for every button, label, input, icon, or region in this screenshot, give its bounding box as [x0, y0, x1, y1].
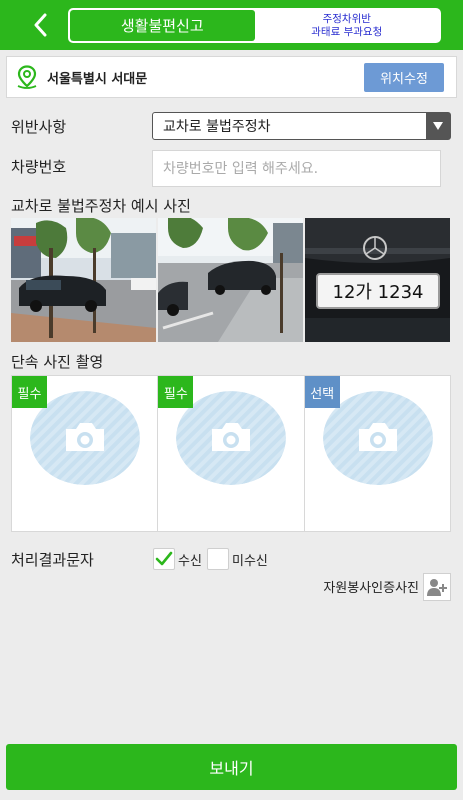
violation-select[interactable]: 교차로 불법주정차	[152, 112, 451, 140]
receive-label: 수신	[178, 554, 202, 569]
location-bar: 서울특별시 서대문 위치수정	[6, 56, 457, 98]
violation-label: 위반사항	[11, 118, 67, 136]
example-photos-title: 교차로 불법주정차 예시 사진	[11, 197, 191, 215]
example-photo-1	[11, 218, 156, 342]
example-photo-3: 12가 1234	[305, 218, 450, 342]
submit-label: 보내기	[209, 759, 254, 778]
violation-selected-value: 교차로 불법주정차	[163, 119, 271, 135]
chevron-left-icon	[34, 13, 47, 37]
capture-slot-3[interactable]: 선택	[304, 376, 450, 531]
required-badge: 필수	[158, 376, 194, 408]
badge-label: 필수	[163, 386, 188, 402]
badge-label: 필수	[17, 386, 42, 402]
no-receive-checkbox[interactable]	[207, 548, 229, 570]
current-address: 서울특별시 서대문	[47, 71, 148, 87]
add-person-icon	[427, 579, 447, 596]
no-receive-label: 미수신	[232, 554, 268, 569]
vehicle-number-label: 차량번호	[11, 158, 67, 176]
example-photos: 12가 1234	[11, 218, 450, 342]
tab-label-line1: 주정차위반	[322, 12, 371, 25]
example-photo-2	[158, 218, 303, 342]
check-icon	[155, 551, 173, 566]
tab-label-line2: 과태료 부과요청	[311, 25, 383, 38]
receive-checkbox[interactable]	[153, 548, 175, 570]
optional-badge: 선택	[304, 376, 340, 408]
tab-label: 생활불편신고	[120, 17, 204, 35]
plate-text: 12가 1234	[333, 282, 424, 303]
edit-location-label: 위치수정	[380, 72, 428, 87]
submit-button[interactable]: 보내기	[6, 744, 457, 790]
sms-result-label: 처리결과문자	[11, 551, 94, 569]
required-badge: 필수	[12, 376, 47, 408]
tab-parking-fine-request[interactable]: 주정차위반 과태료 부과요청	[254, 10, 439, 41]
tab-living-inconvenience[interactable]: 생활불편신고	[70, 10, 255, 41]
capture-slot-1[interactable]: 필수	[12, 376, 159, 531]
edit-location-button[interactable]: 위치수정	[364, 63, 444, 92]
volunteer-photo-label: 자원봉사인증사진	[323, 581, 419, 596]
vehicle-number-input[interactable]	[152, 150, 441, 187]
report-type-tabs: 생활불편신고 주정차위반 과태료 부과요청	[68, 8, 441, 43]
back-button[interactable]	[22, 10, 58, 40]
capture-slot-2[interactable]: 필수	[158, 376, 305, 531]
dropdown-arrow-icon	[426, 113, 450, 139]
capture-photo-grid: 필수 필수 선택	[11, 375, 451, 532]
app-header: 생활불편신고 주정차위반 과태료 부과요청	[0, 0, 463, 50]
capture-title: 단속 사진 촬영	[11, 353, 104, 371]
add-volunteer-photo-button[interactable]	[423, 573, 451, 601]
map-pin-icon	[17, 65, 37, 89]
badge-label: 선택	[310, 386, 335, 402]
